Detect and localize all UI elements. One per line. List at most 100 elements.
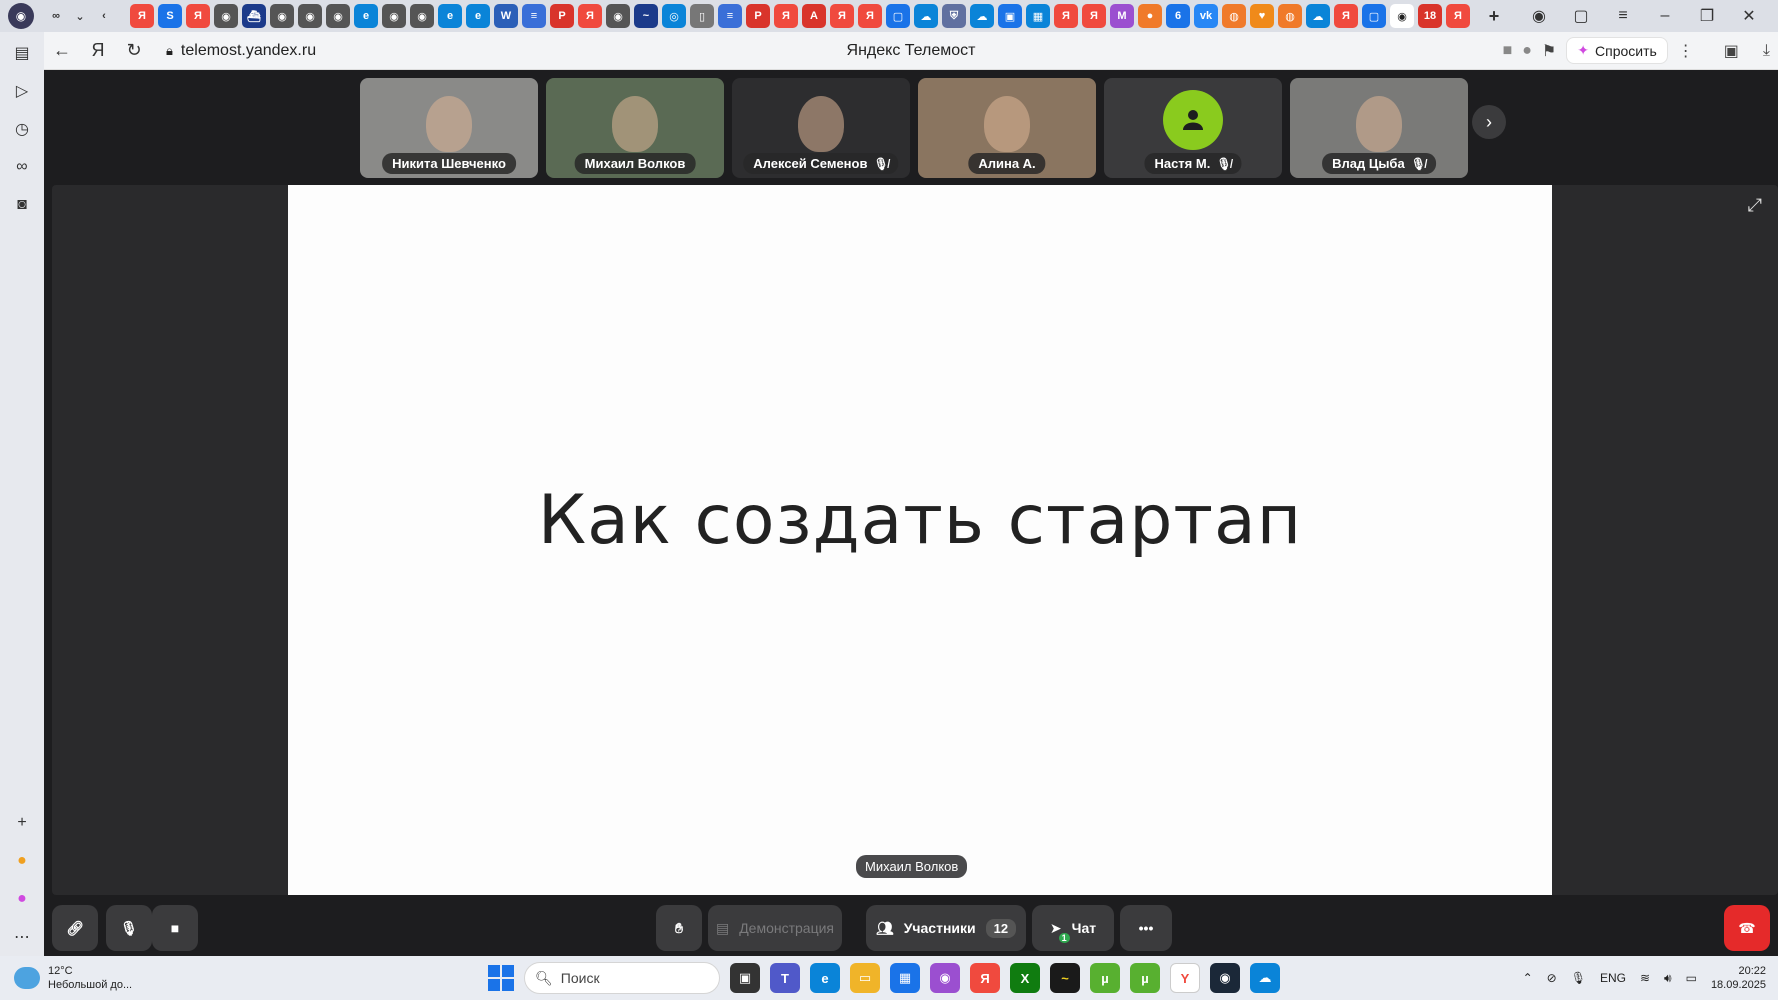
bookmark-icon[interactable]: ⚑ — [1542, 41, 1556, 61]
edge-tab-icon[interactable]: e — [466, 4, 490, 28]
more-vert-icon[interactable]: ⋮ — [1678, 41, 1694, 61]
raise-hand-button[interactable]: ✋︎ — [656, 905, 702, 951]
onedrive-icon[interactable]: ☁ — [1250, 963, 1280, 993]
tab-list-chevron-icon[interactable]: ⌄ — [68, 4, 92, 28]
weather-widget[interactable]: 12°C Небольшой до... — [14, 964, 132, 992]
store-tab-icon[interactable]: ▣ — [998, 4, 1022, 28]
edge-tab-icon[interactable]: e — [354, 4, 378, 28]
menu-icon[interactable]: ≡ — [1604, 2, 1642, 30]
yandex-tab-icon[interactable]: Я — [1082, 4, 1106, 28]
messenger-icon[interactable]: ● — [9, 886, 35, 912]
downloads-icon[interactable]: ⤓ — [1763, 42, 1770, 60]
participant-tile[interactable]: Влад Цыба 🎙︎̸ — [1290, 78, 1468, 178]
yandex-tab-icon[interactable]: Я — [858, 4, 882, 28]
teams-icon[interactable]: T — [770, 963, 800, 993]
tray-chevron-icon[interactable]: ⌃ — [1523, 971, 1533, 985]
word-tab-icon[interactable]: W — [494, 4, 518, 28]
edge-icon[interactable]: e — [810, 963, 840, 993]
calendar-tab-icon[interactable]: ▦ — [1026, 4, 1050, 28]
yandex-tab-icon[interactable]: Я — [1054, 4, 1078, 28]
participant-tile[interactable]: Настя М. 🎙︎̸ — [1104, 78, 1282, 178]
yandex-tab-icon[interactable]: Я — [1446, 4, 1470, 28]
pdf-tab-icon[interactable]: P — [550, 4, 574, 28]
browser-profile-icon[interactable]: ◉ — [8, 3, 34, 29]
utorrent-icon[interactable]: µ — [1090, 963, 1120, 993]
battery-icon[interactable]: ▭ — [1686, 971, 1697, 985]
participant-tile[interactable]: Никита Шевченко — [360, 78, 538, 178]
yandex-tab-icon[interactable]: Я — [1334, 4, 1358, 28]
ask-button[interactable]: ✦ Спросить — [1566, 37, 1668, 64]
yandex-tab-icon[interactable]: Я — [186, 4, 210, 28]
cloud-tab-icon[interactable]: ☁ — [970, 4, 994, 28]
collections-icon[interactable]: ∞ — [9, 154, 35, 180]
cloud-tab-icon[interactable]: ☁ — [914, 4, 938, 28]
scroll-tabs-left-icon[interactable]: ‹ — [92, 4, 116, 28]
ok-tab-icon[interactable]: ◍ — [1278, 4, 1302, 28]
camera-permission-icon[interactable]: ■ — [1503, 42, 1513, 60]
history-icon[interactable]: ◷ — [9, 116, 35, 142]
file-tab-icon[interactable]: ▯ — [690, 4, 714, 28]
aim-tab-icon[interactable]: ◉ — [606, 4, 630, 28]
aim-tab-icon[interactable]: ◉ — [214, 4, 238, 28]
back-icon[interactable]: ← — [44, 36, 80, 66]
docs-tab-icon[interactable]: ≡ — [522, 4, 546, 28]
heart-tab-icon[interactable]: ♥ — [1250, 4, 1274, 28]
aim-tab-icon[interactable]: ◉ — [270, 4, 294, 28]
ok-tab-icon[interactable]: ◍ — [1222, 4, 1246, 28]
camera-button[interactable]: ■ — [152, 905, 198, 951]
aim-tab-icon[interactable]: ◉ — [298, 4, 322, 28]
close-icon[interactable]: ✕ — [1730, 2, 1768, 30]
yandex-tab-icon[interactable]: Я — [774, 4, 798, 28]
end-call-button[interactable]: ☎︎ — [1724, 905, 1770, 951]
taskbar-search[interactable]: 🔍︎ Поиск — [524, 962, 720, 994]
mail-icon[interactable]: ● — [9, 848, 35, 874]
edge-tab-icon[interactable]: e — [438, 4, 462, 28]
yandex-browser-icon[interactable]: Y — [1170, 963, 1200, 993]
fullscreen-icon[interactable]: ⤢ — [1748, 195, 1762, 216]
news-icon[interactable]: ▤ — [9, 40, 35, 66]
network-off-icon[interactable]: ⊘ — [1547, 971, 1557, 985]
language-indicator[interactable]: ENG — [1600, 971, 1626, 985]
store-icon[interactable]: ▦ — [890, 963, 920, 993]
shield-tab-icon[interactable]: ⛨ — [942, 4, 966, 28]
more-options-button[interactable]: ••• — [1120, 905, 1172, 951]
xbox-icon[interactable]: X — [1010, 963, 1040, 993]
ship-tab-icon[interactable]: ⛴ — [242, 4, 266, 28]
six-tab-icon[interactable]: 6 — [1166, 4, 1190, 28]
minimize-icon[interactable]: – — [1646, 2, 1684, 30]
acrobat-tab-icon[interactable]: A — [802, 4, 826, 28]
tab-groups-icon[interactable]: ∞ — [44, 4, 68, 28]
extensions-icon[interactable]: ▣ — [1724, 41, 1739, 61]
spark-icon[interactable]: ~ — [1050, 963, 1080, 993]
yandex-home-icon[interactable]: Я — [80, 36, 116, 66]
yandex-tab-icon[interactable]: Я — [130, 4, 154, 28]
yandex-icon[interactable]: Я — [970, 963, 1000, 993]
chat-button[interactable]: ➤ 1 Чат — [1032, 905, 1114, 951]
utorrent-icon[interactable]: µ — [1130, 963, 1160, 993]
more-icon[interactable]: ⋯ — [9, 924, 35, 950]
eighteen-tab-icon[interactable]: 18 — [1418, 4, 1442, 28]
volume-icon[interactable]: 🔊︎ — [1664, 971, 1672, 986]
url-field[interactable]: 🔒︎ telemost.yandex.ru — [166, 42, 316, 60]
net-tab-icon[interactable]: ◎ — [662, 4, 686, 28]
aim-tab-icon[interactable]: ◉ — [382, 4, 406, 28]
podcast-icon[interactable]: ◉ — [930, 963, 960, 993]
copy-link-button[interactable]: 🔗︎ — [52, 905, 98, 951]
reload-icon[interactable]: ↻ — [116, 36, 152, 66]
alice-icon[interactable]: ◉ — [1520, 2, 1558, 30]
orange-tab-icon[interactable]: ● — [1138, 4, 1162, 28]
aim-tab-icon[interactable]: ◉ — [410, 4, 434, 28]
vk-tab-icon[interactable]: vk — [1194, 4, 1218, 28]
telemost-tab-icon[interactable]: ◉ — [1390, 4, 1414, 28]
restore-icon[interactable]: ❐ — [1688, 2, 1726, 30]
bookmarks-panel-icon[interactable]: ▢ — [1562, 2, 1600, 30]
mic-permission-icon[interactable]: ● — [1522, 42, 1532, 60]
participant-tile[interactable]: Михаил Волков — [546, 78, 724, 178]
yandex-tab-icon[interactable]: Я — [830, 4, 854, 28]
screen-share-button[interactable]: ▤ Демонстрация — [708, 905, 842, 951]
start-button[interactable] — [488, 965, 514, 991]
participant-tile[interactable]: Алина А. — [918, 78, 1096, 178]
explorer-icon[interactable]: ▭ — [850, 963, 880, 993]
chat-tab-icon[interactable]: ▢ — [1362, 4, 1386, 28]
add-panel-icon[interactable]: + — [9, 810, 35, 836]
